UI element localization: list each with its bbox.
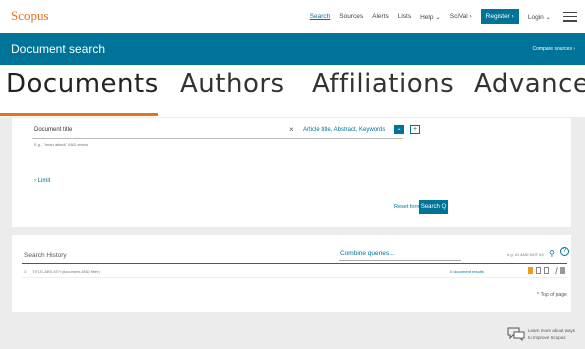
combine-queries-input[interactable]: Combine queries... <box>340 250 395 257</box>
chat-bubble-icon <box>507 327 525 341</box>
reset-form-link[interactable]: Reset form <box>394 204 421 210</box>
page-title: Document search <box>11 42 106 56</box>
tab-advanced[interactable]: Advanced <box>474 69 585 99</box>
top-of-page-link[interactable]: ^ Top of page <box>537 292 567 298</box>
nav-help[interactable]: Help ⌄ <box>420 13 441 21</box>
clear-icon[interactable]: × <box>289 125 294 134</box>
nav-scival[interactable]: SciVal › <box>450 13 472 20</box>
save-icon[interactable] <box>544 267 549 274</box>
combine-example: e.g. #1 AND NOT #3 <box>507 252 544 257</box>
delete-icon[interactable] <box>560 267 565 274</box>
active-tab-indicator <box>0 113 158 116</box>
nav-search[interactable]: Search <box>310 13 331 20</box>
history-row-number: 1 <box>24 269 27 274</box>
search-field-label[interactable]: Document title <box>34 127 72 133</box>
top-nav: Search Sources Alerts Lists Help ⌄ SciVa… <box>301 0 585 33</box>
history-row-actions <box>528 267 565 274</box>
search-icon[interactable]: ⚲ <box>549 249 555 258</box>
search-type-tabs: Documents Authors Affiliations Advanced <box>0 65 585 117</box>
search-input-underline <box>32 138 310 139</box>
history-divider <box>22 263 567 264</box>
rss-icon[interactable] <box>528 267 533 274</box>
history-row-divider <box>22 277 567 278</box>
history-row-results[interactable]: 0 document results <box>450 269 484 274</box>
hamburger-menu-icon[interactable] <box>563 11 577 22</box>
tab-affiliations[interactable]: Affiliations <box>312 69 454 99</box>
search-form-card: Document title × Article title, Abstract… <box>12 118 571 227</box>
search-history-title: Search History <box>24 252 67 259</box>
login-link[interactable]: Login ⌄ <box>528 13 551 21</box>
search-history-card: Search History Combine queries... e.g. #… <box>12 235 571 312</box>
chevron-down-icon[interactable]: ⌄ <box>394 125 404 134</box>
history-row-query[interactable]: TITLE-ABS-KEY(document AND filter) <box>32 269 100 274</box>
compare-sources-link[interactable]: Compare sources › <box>532 46 575 52</box>
combine-input-underline <box>339 260 461 261</box>
scopus-logo[interactable]: Scopus <box>11 8 49 24</box>
tab-authors[interactable]: Authors <box>180 69 285 99</box>
alert-icon[interactable] <box>536 267 541 274</box>
search-scope-select[interactable]: Article title, Abstract, Keywords <box>303 127 385 133</box>
top-navbar: Scopus Search Sources Alerts Lists Help … <box>0 0 585 33</box>
help-icon[interactable]: ? <box>560 247 569 256</box>
nav-alerts[interactable]: Alerts <box>372 13 389 20</box>
tab-documents[interactable]: Documents <box>6 69 159 99</box>
scope-select-underline <box>301 138 403 139</box>
limit-toggle[interactable]: › Limit <box>34 178 50 184</box>
page-header-band: Document search Compare sources › <box>0 33 585 65</box>
search-button[interactable]: Search Q <box>419 200 448 214</box>
feedback-text[interactable]: Learn more about ways to Improve Scopus <box>528 327 580 341</box>
nav-lists[interactable]: Lists <box>398 13 411 20</box>
nav-sources[interactable]: Sources <box>339 13 363 20</box>
register-button[interactable]: Register › <box>480 9 519 24</box>
add-field-button[interactable]: + <box>410 125 420 134</box>
edit-icon[interactable] <box>551 267 558 274</box>
search-hint: E.g., "heart attack" AND stress <box>34 142 89 147</box>
